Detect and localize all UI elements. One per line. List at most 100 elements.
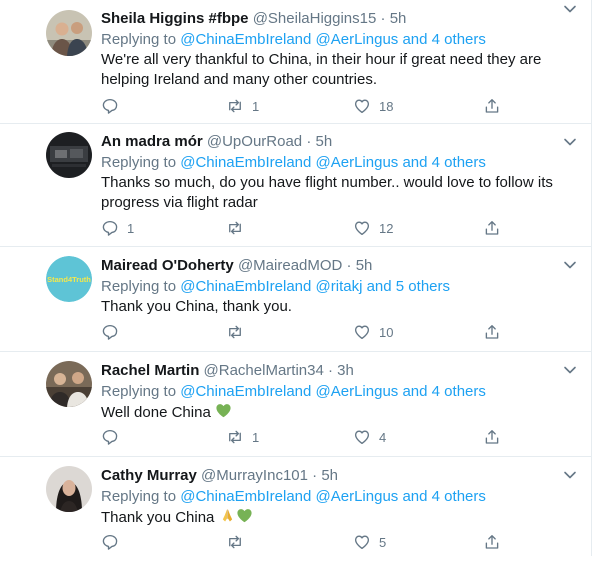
retweet-button[interactable]: 1 xyxy=(226,427,259,447)
like-button[interactable]: 4 xyxy=(353,427,386,447)
retweet-button[interactable] xyxy=(226,322,252,342)
tweet-time[interactable]: 5h xyxy=(316,133,333,150)
chevron-down-icon[interactable] xyxy=(563,260,577,270)
tweet-text: Thanks so much, do you have flight numbe… xyxy=(101,174,553,211)
reply-button[interactable]: 1 xyxy=(101,218,134,238)
tweet-item[interactable]: Cathy Murray @MurrayInc101 · 5h Replying… xyxy=(0,457,591,567)
tweet-item[interactable]: Rachel Martin @RachelMartin34 · 3h Reply… xyxy=(0,352,591,457)
reply-button[interactable] xyxy=(101,322,127,342)
tweet-feed: Sheila Higgins #fbpe @SheilaHiggins15 · … xyxy=(0,0,592,556)
retweet-button[interactable]: 1 xyxy=(226,96,259,116)
user-handle[interactable]: @SheilaHiggins15 xyxy=(253,10,377,27)
replying-joiner: and xyxy=(402,383,428,400)
others-link[interactable]: 4 others xyxy=(432,383,486,400)
others-link[interactable]: 4 others xyxy=(432,154,486,171)
reply-button[interactable] xyxy=(101,532,127,552)
avatar[interactable] xyxy=(46,132,92,178)
share-button[interactable] xyxy=(483,96,501,116)
like-icon xyxy=(353,219,371,237)
like-button[interactable]: 18 xyxy=(353,96,393,116)
separator-dot: · xyxy=(380,10,386,27)
user-handle[interactable]: @UpOurRoad xyxy=(207,133,302,150)
tweet-time[interactable]: 3h xyxy=(337,362,354,379)
mention-links[interactable]: @ChinaEmbIreland @AerLingus xyxy=(180,31,398,48)
chevron-down-icon[interactable] xyxy=(563,365,577,375)
share-icon xyxy=(483,323,501,341)
folded-hands-icon xyxy=(219,507,236,524)
user-name[interactable]: An madra mór xyxy=(101,133,203,150)
user-handle[interactable]: @MaireadMOD xyxy=(238,257,342,274)
like-icon xyxy=(353,533,371,551)
tweet-actions: 1 12 xyxy=(101,218,511,238)
user-handle[interactable]: @MurrayInc101 xyxy=(201,467,308,484)
chevron-down-icon[interactable] xyxy=(563,137,577,147)
others-link[interactable]: 4 others xyxy=(432,488,486,505)
tweet-time[interactable]: 5h xyxy=(390,10,407,27)
tweet-header: An madra mór @UpOurRoad · 5h xyxy=(101,132,581,152)
tweet-time[interactable]: 5h xyxy=(356,257,373,274)
share-icon xyxy=(483,219,501,237)
share-button[interactable] xyxy=(483,427,501,447)
user-name[interactable]: Rachel Martin xyxy=(101,362,199,379)
tweet-actions: 1 4 xyxy=(101,427,511,447)
like-button[interactable]: 5 xyxy=(353,532,386,552)
avatar[interactable] xyxy=(46,10,92,56)
avatar[interactable]: Stand4Truth xyxy=(46,256,92,302)
reply-icon xyxy=(101,97,119,115)
green-heart-icon xyxy=(215,402,232,419)
tweet-actions: 1 18 xyxy=(101,96,511,116)
share-icon xyxy=(483,428,501,446)
tweet-time[interactable]: 5h xyxy=(321,467,338,484)
tweet-item[interactable]: Stand4Truth Mairead O'Doherty @MaireadMO… xyxy=(0,247,591,352)
retweet-count: 1 xyxy=(252,98,260,114)
user-name[interactable]: Mairead O'Doherty xyxy=(101,257,234,274)
mention-links[interactable]: @ChinaEmbIreland @AerLingus xyxy=(180,488,398,505)
reply-icon xyxy=(101,323,119,341)
like-button[interactable]: 10 xyxy=(353,322,393,342)
like-icon xyxy=(353,97,371,115)
like-count: 10 xyxy=(379,324,394,340)
separator-dot: · xyxy=(346,257,352,274)
reply-button[interactable] xyxy=(101,96,127,116)
mention-links[interactable]: @ChinaEmbIreland @ritakj xyxy=(180,278,362,295)
replying-to-line: Replying to @ChinaEmbIreland @ritakj and… xyxy=(101,276,581,297)
tweet-text: Well done China xyxy=(101,402,581,423)
user-name[interactable]: Cathy Murray xyxy=(101,467,197,484)
replying-to-line: Replying to @ChinaEmbIreland @AerLingus … xyxy=(101,486,581,507)
retweet-button[interactable] xyxy=(226,218,252,238)
reply-count: 1 xyxy=(127,220,135,236)
mention-links[interactable]: @ChinaEmbIreland @AerLingus xyxy=(180,154,398,171)
like-icon xyxy=(353,323,371,341)
share-button[interactable] xyxy=(483,218,501,238)
tweet-text: Thank you China, thank you. xyxy=(101,298,292,315)
mention-links[interactable]: @ChinaEmbIreland @AerLingus xyxy=(180,383,398,400)
replying-to-label: Replying to xyxy=(101,31,177,48)
tweet-item[interactable]: Sheila Higgins #fbpe @SheilaHiggins15 · … xyxy=(0,0,591,124)
tweet-text: Thank you China xyxy=(101,507,581,528)
replying-to-label: Replying to xyxy=(101,154,177,171)
replying-to-line: Replying to @ChinaEmbIreland @AerLingus … xyxy=(101,29,581,50)
separator-dot: · xyxy=(312,467,318,484)
share-button[interactable] xyxy=(483,532,501,552)
replying-to-label: Replying to xyxy=(101,383,177,400)
like-button[interactable]: 12 xyxy=(353,218,393,238)
others-link[interactable]: 5 others xyxy=(396,278,450,295)
retweet-count: 1 xyxy=(252,429,260,445)
share-icon xyxy=(483,533,501,551)
chevron-down-icon[interactable] xyxy=(563,4,577,14)
tweet-item[interactable]: An madra mór @UpOurRoad · 5h Replying to… xyxy=(0,124,591,247)
tweet-actions: 5 xyxy=(101,532,511,552)
others-link[interactable]: 4 others xyxy=(432,31,486,48)
retweet-button[interactable] xyxy=(226,532,252,552)
separator-dot: · xyxy=(306,133,312,150)
tweet-header: Cathy Murray @MurrayInc101 · 5h xyxy=(101,466,581,486)
avatar[interactable] xyxy=(46,361,92,407)
chevron-down-icon[interactable] xyxy=(563,470,577,480)
share-button[interactable] xyxy=(483,322,501,342)
like-count: 12 xyxy=(379,220,394,236)
user-handle[interactable]: @RachelMartin34 xyxy=(204,362,324,379)
user-name[interactable]: Sheila Higgins #fbpe xyxy=(101,10,249,27)
reply-button[interactable] xyxy=(101,427,127,447)
tweet-actions: 10 xyxy=(101,322,511,342)
avatar[interactable] xyxy=(46,466,92,512)
